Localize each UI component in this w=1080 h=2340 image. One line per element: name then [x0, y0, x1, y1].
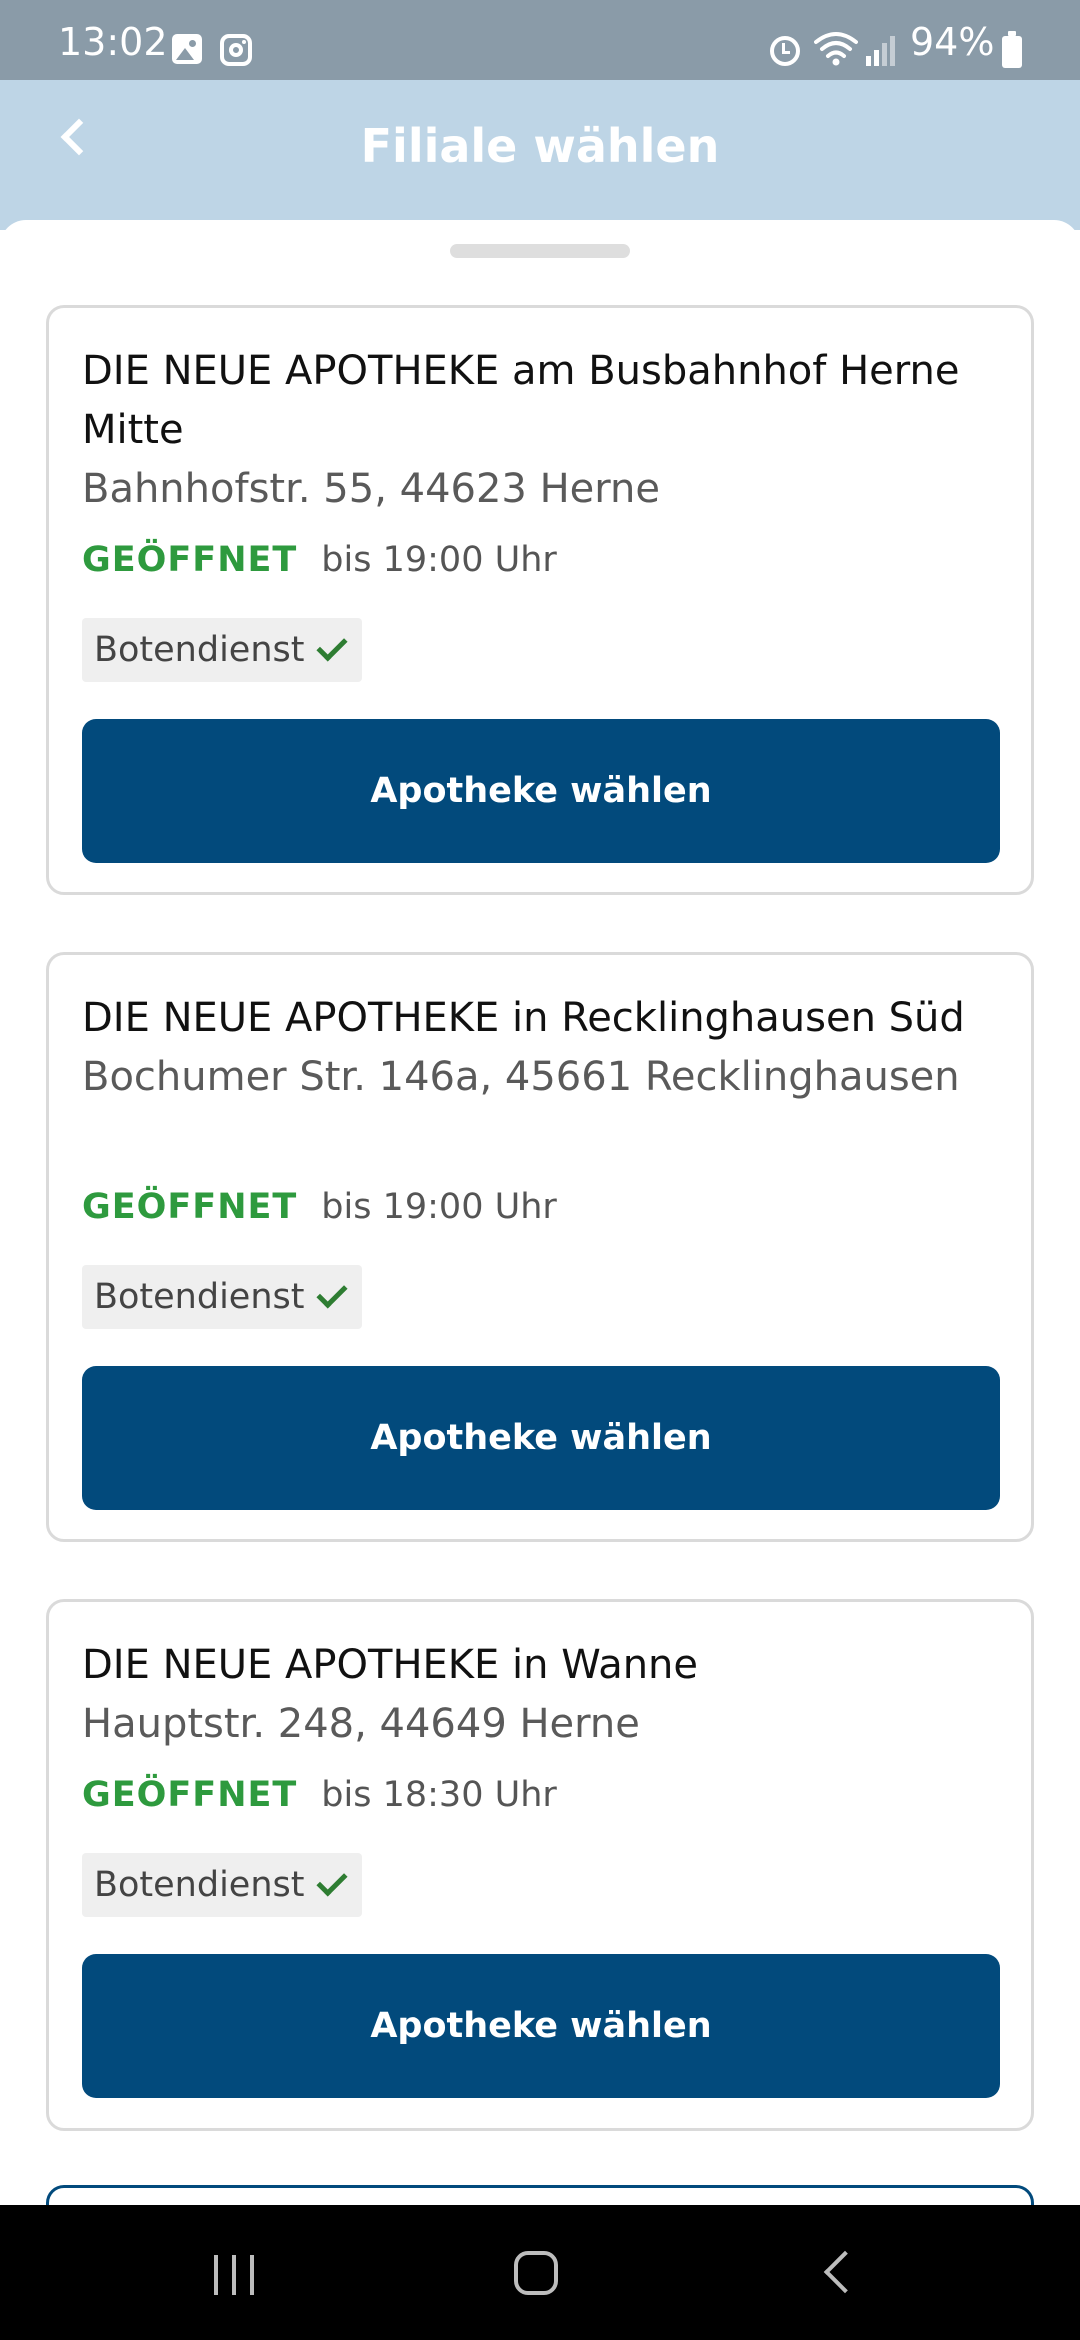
- open-status-label: GEÖFFNET: [82, 1187, 298, 1227]
- app-header: Filiale wählen: [0, 80, 1080, 230]
- opening-status: GEÖFFNET bis 18:30 Uhr: [82, 1773, 557, 1817]
- status-time: 13:02: [58, 20, 168, 64]
- home-icon[interactable]: [514, 2251, 558, 2295]
- store-name: DIE NEUE APOTHEKE am Busbahnhof Herne Mi…: [82, 348, 960, 453]
- signal-icon: [866, 34, 896, 66]
- service-label: Botendienst: [94, 1865, 305, 1905]
- battery-icon: [1002, 31, 1022, 68]
- recents-icon[interactable]: [214, 2255, 258, 2295]
- checkmark-icon: [316, 630, 349, 662]
- opening-hours: bis 19:00 Uhr: [321, 540, 557, 580]
- instagram-icon: [220, 34, 252, 66]
- service-badge: Botendienst: [82, 1265, 363, 1329]
- choose-pharmacy-button[interactable]: Apotheke wählen: [82, 1366, 1000, 1510]
- choose-pharmacy-button[interactable]: Apotheke wählen: [82, 719, 1000, 863]
- sheet-drag-handle[interactable]: [450, 244, 630, 258]
- choose-pharmacy-button[interactable]: Apotheke wählen: [82, 1954, 1000, 2098]
- wifi-icon: [814, 32, 858, 66]
- gallery-icon: [172, 34, 202, 64]
- store-card: DIE NEUE APOTHEKE in Recklinghausen Süd …: [46, 952, 1034, 1542]
- service-badge: Botendienst: [82, 618, 363, 682]
- page-title: Filiale wählen: [360, 119, 720, 173]
- opening-status: GEÖFFNET bis 19:00 Uhr: [82, 1185, 557, 1229]
- back-icon[interactable]: [823, 2250, 867, 2294]
- checkmark-icon: [316, 1865, 349, 1897]
- opening-hours: bis 18:30 Uhr: [321, 1775, 557, 1815]
- store-name: DIE NEUE APOTHEKE in Wanne: [82, 1642, 699, 1688]
- store-name: DIE NEUE APOTHEKE in Recklinghausen Süd: [82, 995, 965, 1041]
- opening-hours: bis 19:00 Uhr: [321, 1187, 557, 1227]
- service-badge: Botendienst: [82, 1853, 363, 1917]
- opening-status: GEÖFFNET bis 19:00 Uhr: [82, 538, 557, 582]
- open-status-label: GEÖFFNET: [82, 1775, 298, 1815]
- alarm-icon: [770, 36, 800, 66]
- store-list-sheet[interactable]: DIE NEUE APOTHEKE am Busbahnhof Herne Mi…: [0, 220, 1080, 2205]
- checkmark-icon: [316, 1277, 349, 1309]
- service-label: Botendienst: [94, 1277, 305, 1317]
- store-card: DIE NEUE APOTHEKE am Busbahnhof Herne Mi…: [46, 305, 1034, 895]
- store-address: Hauptstr. 248, 44649 Herne: [82, 1701, 640, 1747]
- store-address: Bochumer Str. 146a, 45661 Recklinghausen: [82, 1054, 960, 1100]
- status-bar: 13:02 94%: [0, 0, 1080, 80]
- open-status-label: GEÖFFNET: [82, 540, 298, 580]
- store-card-partial: [46, 2185, 1034, 2205]
- system-nav-bar: [0, 2205, 1080, 2340]
- store-card: DIE NEUE APOTHEKE in Wanne Hauptstr. 248…: [46, 1599, 1034, 2131]
- battery-percent: 94%: [910, 20, 995, 64]
- service-label: Botendienst: [94, 630, 305, 670]
- store-address: Bahnhofstr. 55, 44623 Herne: [82, 466, 660, 512]
